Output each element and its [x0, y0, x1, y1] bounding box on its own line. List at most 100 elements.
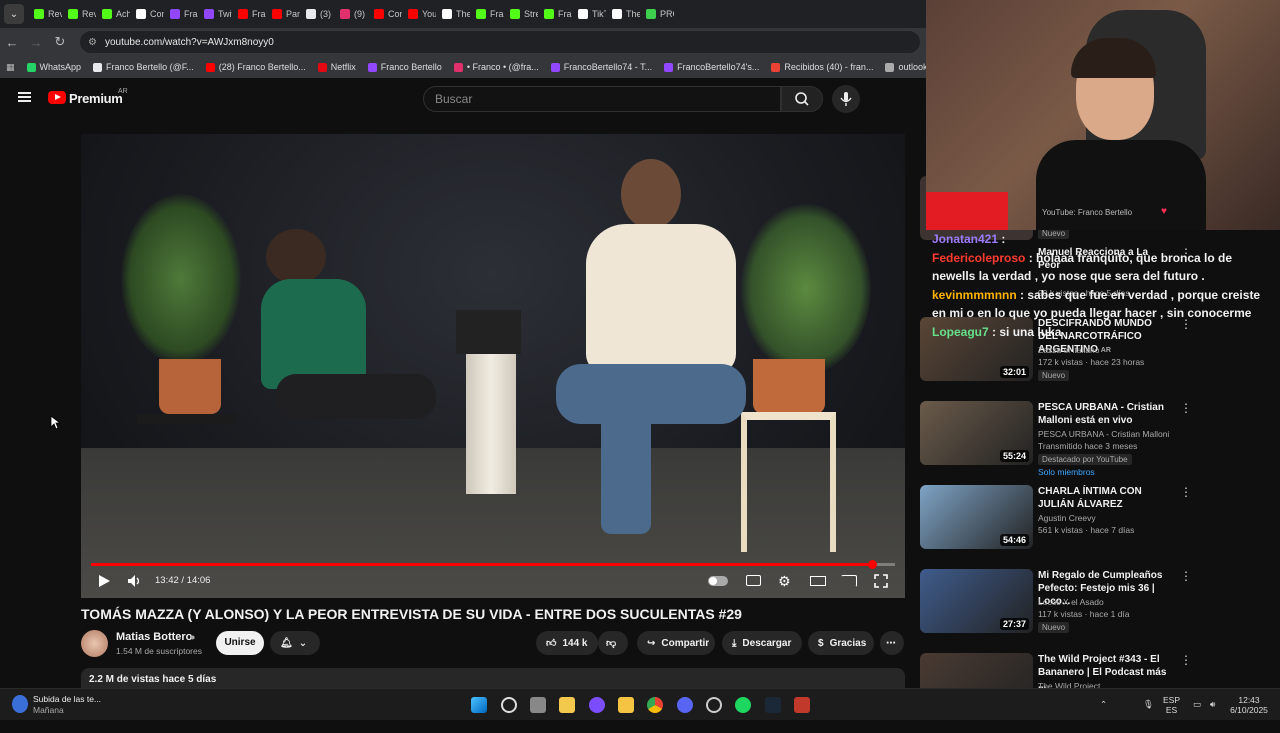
browser-tab[interactable]: Fran	[164, 3, 198, 25]
video-thumbnail[interactable]: 55:24	[920, 401, 1033, 465]
dislike-button[interactable]: 👎︎	[598, 631, 628, 655]
browser-tab[interactable]: Fran	[538, 3, 572, 25]
browser-tab[interactable]: TikT	[572, 3, 606, 25]
download-button[interactable]: ⤓ Descargar	[722, 631, 802, 655]
browser-tab[interactable]: The	[606, 3, 640, 25]
bookmark[interactable]: Netflix	[312, 62, 362, 72]
settings-icon[interactable]: ⚙	[778, 573, 791, 590]
subtitles-icon[interactable]	[746, 575, 761, 586]
browser-tab[interactable]: Pan	[266, 3, 300, 25]
tray-overflow-icon[interactable]: ⌃	[1100, 699, 1107, 709]
app-obs-icon[interactable]	[706, 697, 722, 713]
search-taskbar-icon[interactable]	[501, 697, 517, 713]
notification-title[interactable]: Subida de las te...	[33, 694, 101, 704]
channel-name[interactable]: Matias Bottero	[116, 631, 192, 643]
notifications-button[interactable]: 🔔︎ ⌄	[270, 631, 320, 655]
network-icon[interactable]: ▭	[1193, 699, 1201, 709]
apps-icon[interactable]: ▦	[0, 62, 21, 73]
browser-tab[interactable]: (3) C	[300, 3, 334, 25]
chrome-icon[interactable]	[647, 697, 663, 713]
recommended-video[interactable]: 27:37 Mi Regalo de Cumpleaños Pefecto: Fe…	[920, 569, 1280, 649]
recommended-video[interactable]: 54:46 CHARLA ÍNTIMA CON JULIÁN ÁLVAREZ ⋮ Ag…	[920, 485, 1280, 565]
logo-text[interactable]: Premium	[69, 91, 123, 106]
chat-text: : si una luka	[992, 324, 1062, 339]
thanks-button[interactable]: $ Gracias	[808, 631, 874, 655]
back-icon[interactable]: ←	[0, 35, 24, 50]
video-more-icon[interactable]: ⋮	[1180, 485, 1192, 499]
clock[interactable]: 12:43 6/10/2025	[1228, 695, 1270, 715]
progress-track[interactable]	[91, 563, 895, 566]
recommended-video[interactable]: 55:24 PESCA URBANA - Cristian Malloni est…	[920, 401, 1280, 481]
video-title[interactable]: CHARLA ÍNTIMA CON JULIÁN ÁLVAREZ	[1038, 485, 1173, 511]
browser-tab[interactable]: Fran	[232, 3, 266, 25]
theater-mode-icon[interactable]	[810, 576, 826, 586]
play-icon[interactable]	[97, 574, 111, 588]
more-actions-button[interactable]: ⋯	[880, 631, 904, 655]
video-thumbnail[interactable]: 27:37	[920, 569, 1033, 633]
tab-search-icon[interactable]: ⌄	[4, 4, 24, 24]
bookmark[interactable]: outlook	[879, 62, 926, 72]
video-thumbnail[interactable]: 54:46	[920, 485, 1033, 549]
browser-tab[interactable]: Fran	[470, 3, 504, 25]
browser-tab[interactable]: PRC	[640, 3, 674, 25]
bookmark[interactable]: WhatsApp	[21, 62, 88, 72]
bookmark[interactable]: • Franco • (@fra...	[448, 62, 545, 72]
discord-icon[interactable]	[677, 697, 693, 713]
reload-icon[interactable]: ↻	[48, 34, 72, 50]
browser-tab[interactable]: You	[402, 3, 436, 25]
video-title[interactable]: PESCA URBANA - Cristian Malloni está en …	[1038, 401, 1173, 427]
fullscreen-icon[interactable]	[874, 574, 888, 588]
channel-avatar[interactable]	[81, 630, 108, 657]
browser-tab[interactable]: (9) I	[334, 3, 368, 25]
bookmark[interactable]: Recibidos (40) - fran...	[765, 62, 879, 72]
video-channel[interactable]: Locos X el Asado	[1038, 597, 1104, 607]
forward-icon[interactable]: →	[24, 35, 48, 50]
mic-tray-icon[interactable]: 🎙︎	[1143, 699, 1154, 709]
browser-tab[interactable]: Twit	[198, 3, 232, 25]
browser-tab[interactable]: Achi	[96, 3, 130, 25]
video-more-icon[interactable]: ⋮	[1180, 653, 1192, 667]
notification-app-icon[interactable]	[12, 695, 28, 713]
volume-icon[interactable]	[127, 574, 143, 588]
video-channel[interactable]: Zazza el italiano	[1038, 345, 1099, 355]
app-circle-icon[interactable]	[589, 697, 605, 713]
video-player[interactable]: 13:42 / 14:06 ⚙	[81, 134, 905, 598]
spotify-icon[interactable]	[735, 697, 751, 713]
url-field[interactable]: ⚙ youtube.com/watch?v=AWJxm8noyy0	[80, 31, 920, 53]
browser-tab[interactable]: Stre	[504, 3, 538, 25]
bookmark[interactable]: FrancoBertello74 - T...	[545, 62, 658, 72]
browser-tab[interactable]: Con	[130, 3, 164, 25]
join-button[interactable]: Unirse	[216, 631, 264, 655]
search-input[interactable]: Buscar	[423, 86, 781, 112]
start-icon[interactable]	[471, 697, 487, 713]
video-more-icon[interactable]: ⋮	[1180, 401, 1192, 415]
youtube-logo-icon[interactable]	[48, 91, 66, 104]
video-more-icon[interactable]: ⋮	[1180, 569, 1192, 583]
autoplay-toggle[interactable]	[708, 576, 728, 586]
menu-icon[interactable]	[18, 92, 31, 102]
voice-search-button[interactable]	[832, 85, 860, 113]
like-button[interactable]: 👍︎ 144 k	[536, 631, 598, 655]
browser-tab[interactable]: Con	[368, 3, 402, 25]
video-channel[interactable]: PESCA URBANA - Cristian Malloni	[1038, 429, 1169, 439]
language-indicator[interactable]: ESP ES	[1163, 695, 1180, 715]
search-button[interactable]	[781, 86, 823, 112]
site-info-icon[interactable]: ⚙	[88, 37, 97, 48]
browser-tab[interactable]: Revi	[62, 3, 96, 25]
webcam-overlay: YouTube: Franco Bertello ♥	[926, 0, 1280, 230]
game-icon[interactable]	[794, 697, 810, 713]
browser-tab[interactable]: The	[436, 3, 470, 25]
video-channel[interactable]: Agustin Creevy	[1038, 513, 1096, 523]
store-icon[interactable]	[559, 697, 575, 713]
steam-icon[interactable]	[765, 697, 781, 713]
file-explorer-icon[interactable]	[618, 697, 634, 713]
cast-icon[interactable]	[841, 575, 857, 587]
share-button[interactable]: ↪ Compartir	[637, 631, 715, 655]
bookmark[interactable]: Franco Bertello (@F...	[87, 62, 200, 72]
task-view-icon[interactable]	[530, 697, 546, 713]
browser-tab[interactable]: Revi	[28, 3, 62, 25]
bookmark[interactable]: (28) Franco Bertello...	[200, 62, 312, 72]
speaker-icon[interactable]: 🔊︎	[1210, 699, 1215, 709]
bookmark[interactable]: FrancoBertello74's...	[658, 62, 765, 72]
bookmark[interactable]: Franco Bertello	[362, 62, 448, 72]
